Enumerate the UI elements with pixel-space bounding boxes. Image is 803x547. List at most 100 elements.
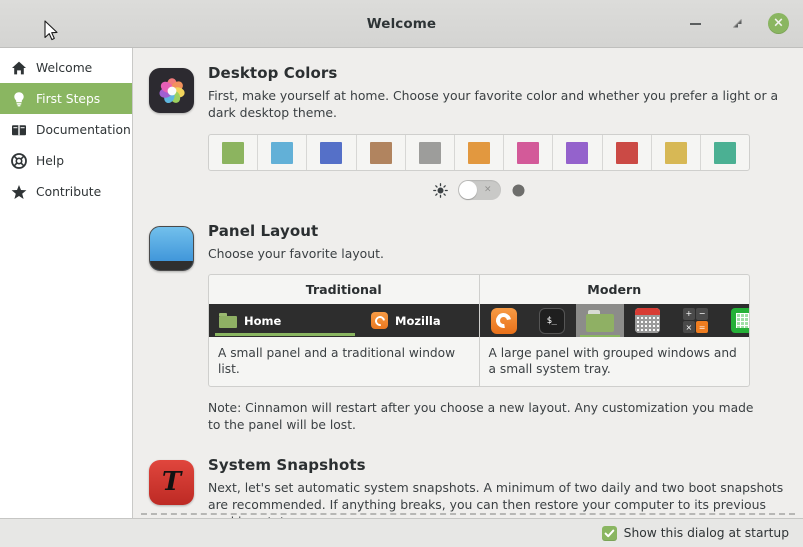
- swatch-chip: [418, 141, 441, 164]
- preview-app-calendar: [624, 304, 672, 337]
- panel-layout-body: Panel Layout Choose your favorite layout…: [208, 222, 789, 434]
- layout-option-modern[interactable]: Modern $_ + − × = A large panel with gro…: [479, 275, 749, 386]
- preview-item-label: Mozilla: [395, 313, 441, 328]
- lifebuoy-icon: [11, 152, 27, 169]
- system-snapshots-body: System Snapshots Next, let's set automat…: [208, 456, 789, 518]
- layout-option-description: A large panel with grouped windows and a…: [488, 346, 737, 376]
- window-controls: ×: [684, 13, 789, 35]
- sidebar-item-contribute[interactable]: Contribute: [0, 176, 132, 207]
- color-swatch-pink[interactable]: [504, 135, 554, 170]
- color-swatch-blue[interactable]: [258, 135, 308, 170]
- color-swatch-yellow[interactable]: [652, 135, 701, 170]
- preview-app-calculator: + − × =: [672, 304, 720, 337]
- panel-icon: [149, 226, 194, 271]
- color-swatch-green[interactable]: [209, 135, 259, 170]
- panel-layout-chooser: Traditional Home Mozilla A small panel a…: [208, 274, 750, 387]
- traditional-preview: Home Mozilla: [209, 304, 479, 337]
- status-bar: Show this dialog at startup: [0, 518, 803, 547]
- window-title: Welcome: [366, 15, 437, 32]
- sidebar-item-label: First Steps: [36, 91, 101, 106]
- window-body: Welcome First Steps Documentation Help C…: [0, 48, 803, 518]
- folder-icon: [219, 313, 237, 328]
- color-swatch-brown[interactable]: [357, 135, 406, 170]
- toggle-off-mark: ×: [483, 184, 492, 195]
- content-scroll-area[interactable]: Desktop Colors First, make yourself at h…: [133, 48, 803, 518]
- swatch-chip: [713, 141, 736, 164]
- section-system-snapshots: T System Snapshots Next, let's set autom…: [149, 456, 789, 518]
- sidebar-item-label: Contribute: [36, 184, 102, 199]
- sidebar-item-help[interactable]: Help: [0, 145, 132, 176]
- desktop-colors-body: Desktop Colors First, make yourself at h…: [208, 64, 789, 200]
- calc-key: =: [696, 321, 708, 333]
- sidebar-item-documentation[interactable]: Documentation: [0, 114, 132, 145]
- layout-option-title: Modern: [587, 282, 642, 297]
- lightbulb-icon: [11, 91, 27, 107]
- sidebar-item-first-steps[interactable]: First Steps: [0, 83, 132, 114]
- minimize-button[interactable]: [684, 13, 706, 35]
- dark-theme-toggle[interactable]: ×: [457, 180, 501, 200]
- firefox-icon: [490, 307, 517, 334]
- swatch-chip: [615, 141, 638, 164]
- layout-option-traditional[interactable]: Traditional Home Mozilla A small panel a…: [209, 275, 480, 386]
- calc-key: +: [683, 308, 695, 320]
- sidebar: Welcome First Steps Documentation Help C…: [0, 48, 133, 518]
- star-icon: [11, 184, 27, 200]
- desktop-colors-description: First, make yourself at home. Choose you…: [208, 88, 779, 120]
- color-swatch-grey[interactable]: [406, 135, 455, 170]
- sidebar-item-label: Documentation: [36, 122, 131, 137]
- sidebar-item-label: Welcome: [36, 60, 93, 75]
- checkbox-checked-icon: [601, 525, 617, 541]
- swatch-chip: [517, 141, 540, 164]
- timeshift-glyph: T: [161, 466, 182, 497]
- toggle-knob: [458, 181, 477, 199]
- spreadsheet-icon: [731, 308, 749, 333]
- close-button[interactable]: ×: [768, 13, 789, 34]
- show-at-startup-checkbox[interactable]: Show this dialog at startup: [601, 525, 789, 541]
- color-swatch-row: [208, 134, 750, 171]
- swatch-chip: [566, 141, 589, 164]
- panel-layout-note: Note: Cinnamon will restart after you ch…: [208, 401, 754, 432]
- color-swatch-purple[interactable]: [553, 135, 603, 170]
- folder-icon: [585, 309, 614, 332]
- theme-toggle-row: ×: [208, 180, 750, 200]
- preview-item-label: Home: [244, 313, 282, 328]
- title-bar: Welcome ×: [0, 0, 803, 48]
- color-swatch-orange[interactable]: [455, 135, 505, 170]
- sidebar-item-welcome[interactable]: Welcome: [0, 52, 132, 83]
- color-swatch-indigo[interactable]: [307, 135, 357, 170]
- page-title-panel-layout: Panel Layout: [208, 222, 319, 240]
- moon-icon: [510, 182, 527, 199]
- swatch-chip: [320, 141, 343, 164]
- preview-app-files: [575, 304, 624, 337]
- preview-window-item: Home: [209, 304, 361, 337]
- color-swatch-teal[interactable]: [701, 135, 749, 170]
- color-wheel-icon: [149, 68, 194, 113]
- show-at-startup-label: Show this dialog at startup: [623, 526, 789, 540]
- sidebar-item-label: Help: [36, 153, 65, 168]
- color-swatch-red[interactable]: [603, 135, 652, 170]
- firefox-icon: [371, 312, 388, 329]
- swatch-chip: [468, 141, 491, 164]
- section-panel-layout: Panel Layout Choose your favorite layout…: [149, 222, 789, 434]
- welcome-window: Welcome × Welcome First Steps Documentat…: [0, 0, 803, 547]
- calculator-icon: + − × =: [683, 308, 708, 333]
- maximize-button[interactable]: [726, 13, 748, 35]
- book-icon: [11, 122, 27, 138]
- preview-app-spreadsheet: [720, 304, 749, 337]
- swatch-chip: [664, 141, 687, 164]
- calendar-icon: [635, 308, 660, 333]
- layout-option-description: A small panel and a traditional window l…: [218, 346, 456, 376]
- panel-layout-description: Choose your favorite layout.: [208, 246, 384, 261]
- content-bottom-divider: [141, 513, 795, 515]
- modern-preview: $_ + − × =: [479, 304, 749, 337]
- preview-window-item: Mozilla: [361, 304, 451, 337]
- preview-app-terminal: $_: [528, 304, 576, 337]
- swatch-chip: [369, 141, 392, 164]
- calc-key: ×: [683, 321, 695, 333]
- swatch-chip: [222, 141, 245, 164]
- calc-key: −: [696, 308, 708, 320]
- page-title-system-snapshots: System Snapshots: [208, 456, 366, 474]
- restore-icon: [732, 19, 742, 28]
- timeshift-icon: T: [149, 460, 194, 505]
- terminal-icon: $_: [538, 307, 565, 334]
